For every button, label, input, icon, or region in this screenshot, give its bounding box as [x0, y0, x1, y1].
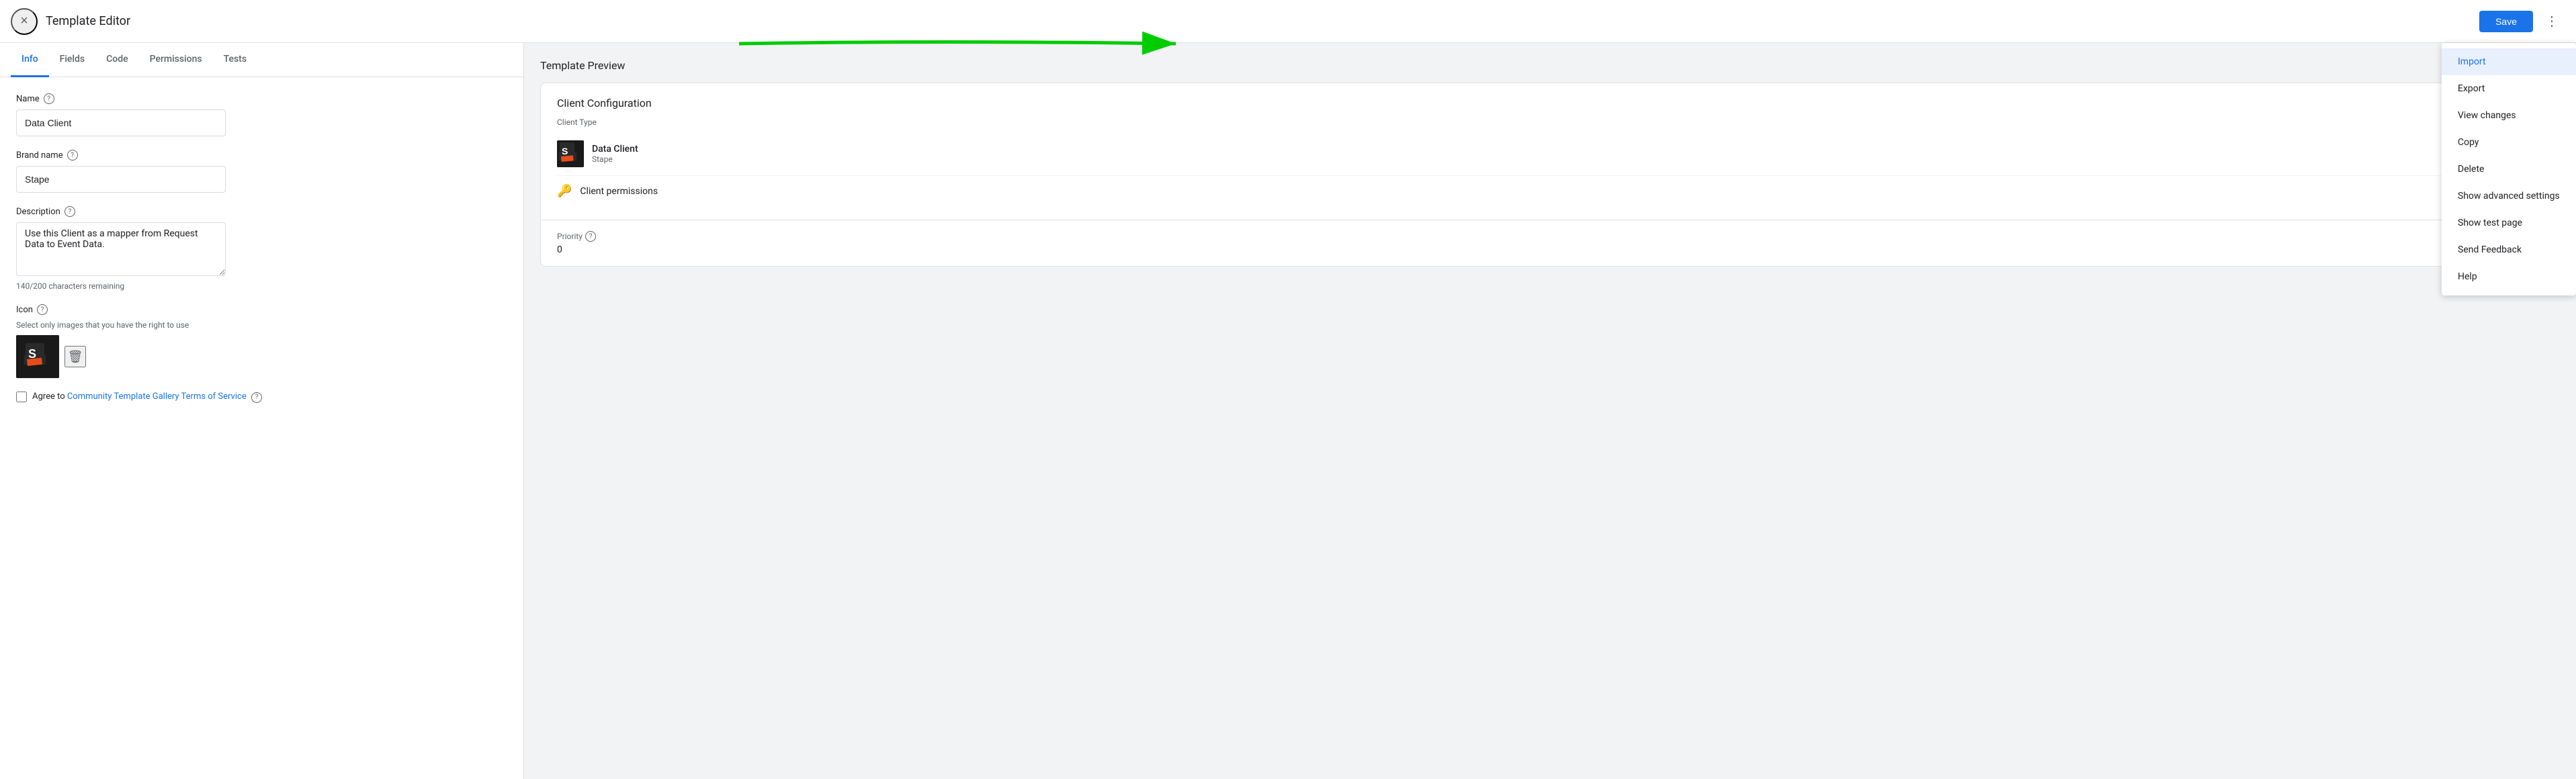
dropdown-menu: Import Export View changes Copy Delete S…: [2442, 43, 2576, 295]
dropdown-help[interactable]: Help: [2442, 263, 2576, 290]
topbar: × Template Editor Save ⋮: [0, 0, 2576, 43]
client-type-label: Client Type: [557, 118, 2543, 127]
icon-preview: S 🗑: [16, 335, 507, 378]
tos-label: Agree to Community Template Gallery Term…: [32, 392, 262, 403]
tab-tests[interactable]: Tests: [213, 43, 257, 77]
tos-checkbox[interactable]: [16, 392, 27, 402]
stape-logo-svg: S: [22, 340, 54, 373]
tab-fields[interactable]: Fields: [49, 43, 95, 77]
permissions-item: 🔑 Client permissions: [557, 176, 2543, 206]
description-label: Description ?: [16, 206, 507, 217]
icon-help-icon[interactable]: ?: [37, 304, 48, 315]
preview-title: Template Preview: [540, 59, 2560, 72]
name-group: Name ?: [16, 93, 507, 136]
dropdown-show-test[interactable]: Show test page: [2442, 210, 2576, 236]
description-group: Description ? Use this Client as a mappe…: [16, 206, 507, 291]
tab-info[interactable]: Info: [11, 43, 49, 77]
client-item-brand: Stape: [592, 154, 638, 164]
dropdown-show-advanced[interactable]: Show advanced settings: [2442, 183, 2576, 210]
icon-image: S: [16, 335, 59, 378]
main-layout: Info Fields Code Permissions Tests Name …: [0, 43, 2576, 779]
client-item: S Data Client Stape: [557, 132, 2543, 176]
right-panel: Template Preview Client Configuration Cl…: [524, 43, 2576, 779]
save-button[interactable]: Save: [2479, 11, 2533, 32]
brand-group: Brand name ?: [16, 150, 507, 193]
preview-card: Client Configuration Client Type S Dat: [540, 83, 2560, 267]
description-help-icon[interactable]: ?: [65, 206, 75, 217]
char-count: 140/200 characters remaining: [16, 281, 507, 291]
dropdown-delete[interactable]: Delete: [2442, 156, 2576, 183]
stape-logo: S: [16, 335, 59, 378]
priority-section: Priority ? 0: [541, 220, 2559, 266]
delete-icon-button[interactable]: 🗑: [65, 346, 86, 367]
preview-card-header: Client Configuration Client Type S Dat: [541, 83, 2559, 220]
trash-icon: 🗑: [68, 350, 83, 364]
svg-text:S: S: [562, 146, 568, 156]
icon-section: Icon ? Select only images that you have …: [16, 304, 507, 378]
description-textarea[interactable]: Use this Client as a mapper from Request…: [16, 222, 226, 276]
client-icon-svg: S: [557, 140, 584, 167]
dropdown-view-changes[interactable]: View changes: [2442, 102, 2576, 129]
dropdown-copy[interactable]: Copy: [2442, 129, 2576, 156]
tabs-bar: Info Fields Code Permissions Tests: [0, 43, 523, 77]
dropdown-import[interactable]: Import: [2442, 48, 2576, 75]
key-icon: 🔑: [557, 184, 572, 198]
icon-note: Select only images that you have the rig…: [16, 320, 507, 330]
form-content: Name ? Brand name ? Description ? U: [0, 77, 523, 779]
more-options-button[interactable]: ⋮: [2538, 8, 2565, 35]
priority-help-icon[interactable]: ?: [585, 231, 596, 242]
permissions-label: Client permissions: [580, 186, 658, 197]
tos-checkbox-row: Agree to Community Template Gallery Term…: [16, 392, 507, 403]
tab-permissions[interactable]: Permissions: [139, 43, 213, 77]
brand-input[interactable]: [16, 166, 226, 193]
icon-label: Icon ?: [16, 304, 507, 315]
priority-value: 0: [557, 244, 2543, 255]
left-panel: Info Fields Code Permissions Tests Name …: [0, 43, 524, 779]
brand-help-icon[interactable]: ?: [67, 150, 78, 161]
brand-label: Brand name ?: [16, 150, 507, 161]
client-info: Data Client Stape: [592, 144, 638, 164]
close-icon: ×: [20, 13, 28, 29]
tos-link[interactable]: Community Template Gallery Terms of Serv…: [67, 392, 247, 402]
svg-text:S: S: [28, 347, 36, 361]
topbar-left: × Template Editor: [11, 8, 2479, 35]
client-item-name: Data Client: [592, 144, 638, 154]
name-input[interactable]: [16, 109, 226, 136]
priority-label: Priority ?: [557, 231, 2543, 242]
dropdown-send-feedback[interactable]: Send Feedback: [2442, 236, 2576, 263]
app-title: Template Editor: [46, 14, 130, 28]
client-icon: S: [557, 140, 584, 167]
card-title: Client Configuration: [557, 97, 2543, 109]
tab-code[interactable]: Code: [95, 43, 138, 77]
dropdown-export[interactable]: Export: [2442, 75, 2576, 102]
name-label: Name ?: [16, 93, 507, 104]
name-help-icon[interactable]: ?: [44, 93, 54, 104]
topbar-right: Save ⋮: [2479, 8, 2565, 35]
close-button[interactable]: ×: [11, 8, 38, 35]
tos-help-icon[interactable]: ?: [251, 392, 262, 403]
more-icon: ⋮: [2545, 13, 2559, 30]
